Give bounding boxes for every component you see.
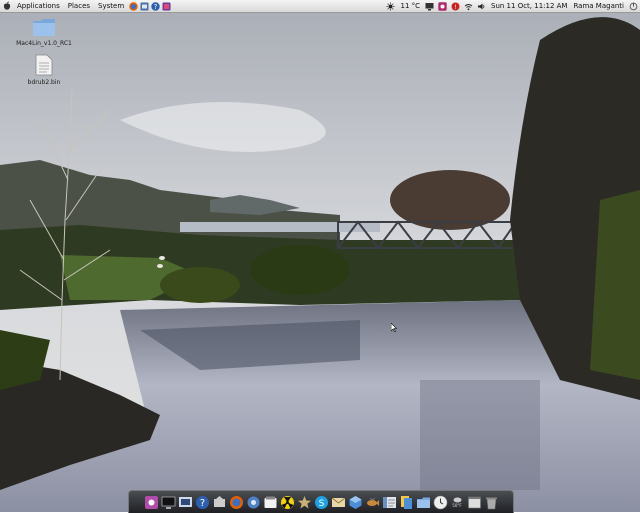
power-icon[interactable] — [629, 2, 638, 11]
folder-icon[interactable] — [416, 495, 431, 510]
nuclear-icon[interactable] — [280, 495, 295, 510]
desktop-folder-label: Mac4Lin_v1.0_RC1 — [16, 40, 72, 47]
bookmark-icon[interactable] — [297, 495, 312, 510]
mail-icon[interactable] — [331, 495, 346, 510]
mail-launcher-icon[interactable] — [140, 2, 149, 11]
clock[interactable]: Sun 11 Oct, 11:12 AM — [491, 0, 567, 12]
dock: ? S 50°F — [128, 490, 514, 513]
skype-icon[interactable]: S — [314, 495, 329, 510]
apple-menu-icon[interactable] — [2, 1, 12, 11]
mouse-cursor-icon — [391, 323, 397, 332]
menu-applications[interactable]: Applications — [13, 0, 64, 12]
svg-text:?: ? — [154, 3, 158, 11]
unmount-icon[interactable] — [212, 495, 227, 510]
help-launcher-icon[interactable]: ? — [151, 1, 160, 11]
desktop-wallpaper — [0, 0, 640, 512]
volume-icon[interactable] — [477, 2, 486, 11]
weather-icon[interactable] — [386, 2, 395, 11]
top-panel: Applications Places System ? 11 °C ! Sun… — [0, 0, 640, 13]
network-icon[interactable]: ! — [451, 2, 460, 11]
system-tray: 11 °C ! Sun 11 Oct, 11:12 AM Rama Magant… — [384, 0, 640, 12]
screenshot-launcher-icon[interactable] — [162, 2, 171, 11]
weather-temperature[interactable]: 11 °C — [400, 0, 420, 12]
user-menu[interactable]: Rama Maganti — [573, 0, 624, 12]
firefox-icon[interactable] — [229, 495, 244, 510]
folder-icon — [33, 19, 55, 36]
settings-icon[interactable] — [246, 495, 261, 510]
weather-icon — [453, 497, 461, 503]
menu-system[interactable]: System — [94, 0, 128, 12]
svg-text:S: S — [318, 499, 324, 509]
wifi-icon[interactable] — [464, 2, 473, 11]
desktop-folder[interactable]: Mac4Lin_v1.0_RC1 — [9, 17, 79, 47]
app-launcher-icon[interactable] — [144, 495, 159, 510]
software-icon[interactable] — [263, 495, 278, 510]
virtualbox-icon[interactable] — [348, 495, 363, 510]
desktop-file-label: bdrub2.bin — [27, 79, 61, 86]
trash-icon[interactable] — [484, 495, 499, 510]
documents-icon[interactable] — [399, 495, 414, 510]
file-icon — [35, 54, 53, 76]
dock-weather-temp: 50°F — [452, 503, 462, 508]
weather-widget[interactable]: 50°F — [450, 495, 465, 510]
file-manager-icon[interactable] — [382, 495, 397, 510]
desktop-file[interactable]: bdrub2.bin — [9, 54, 79, 86]
svg-text:!: ! — [454, 4, 456, 11]
pidgin-icon[interactable] — [438, 1, 447, 11]
screenshot-icon[interactable] — [178, 495, 193, 510]
menu-places[interactable]: Places — [64, 0, 94, 12]
fish-icon[interactable] — [365, 495, 380, 510]
monitor-icon[interactable] — [425, 2, 434, 11]
firefox-launcher-icon[interactable] — [129, 1, 138, 11]
clock-icon[interactable] — [433, 495, 448, 510]
terminal-icon[interactable] — [161, 495, 176, 510]
svg-text:?: ? — [199, 498, 204, 509]
window-icon[interactable] — [467, 495, 482, 510]
help-icon[interactable]: ? — [195, 495, 210, 510]
